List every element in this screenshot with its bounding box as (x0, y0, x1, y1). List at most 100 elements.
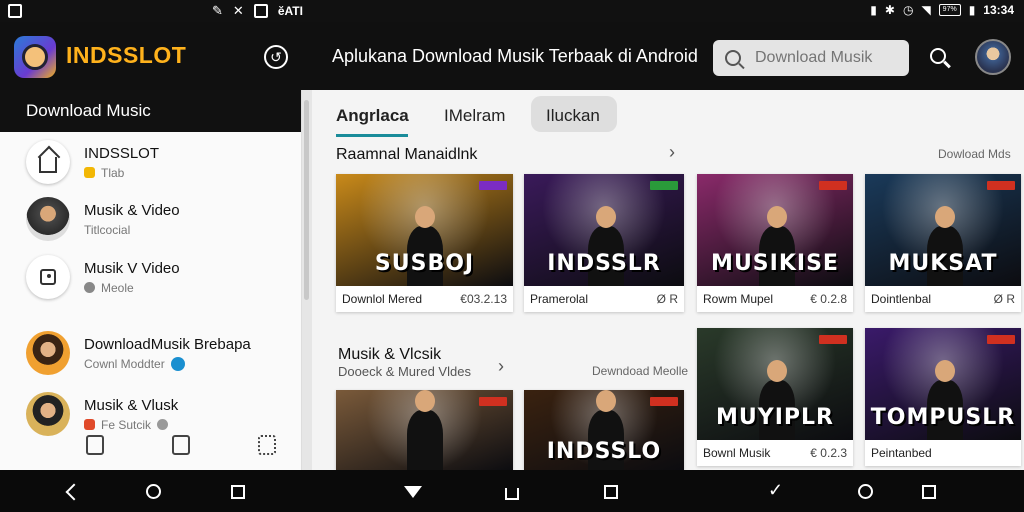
nfc-icon: ✎ (212, 3, 223, 18)
recents-icon[interactable] (604, 485, 618, 499)
search-button[interactable] (928, 46, 952, 70)
alarm-icon: ◷ (902, 3, 914, 17)
music-card[interactable]: MUYIPLR Bownl Musik € 0.2.3 (697, 328, 853, 466)
card-overlay-title: INDSSLR (547, 251, 661, 276)
back-icon[interactable] (65, 483, 83, 501)
down-icon[interactable] (404, 486, 422, 498)
card-title: Bownl Musik (703, 446, 771, 460)
card-duration: € 0.2.3 (810, 446, 847, 460)
chevron-right-icon[interactable]: › (498, 356, 504, 377)
avatar (26, 331, 70, 375)
vibrate-icon: ▮ (870, 3, 877, 17)
rotate-icon[interactable] (146, 484, 161, 499)
card-overlay-title: MUYIPLR (716, 405, 834, 430)
artist-head (935, 206, 956, 228)
home-icon[interactable] (505, 488, 519, 500)
recents-icon[interactable] (231, 485, 245, 499)
tab-indicator (336, 134, 408, 137)
card-overlay-title: INDSSLO (546, 439, 662, 464)
section-title: Musik & Vlcsik (338, 346, 442, 363)
settings-icon (157, 419, 169, 430)
gallery-icon (8, 4, 22, 18)
bookmark-icon[interactable] (86, 435, 104, 455)
music-card[interactable]: SUSBOJ Downlol Mered €03.2.13 (336, 174, 513, 312)
card-meta: Pramerolal Ø R (524, 286, 684, 312)
music-card[interactable]: TOMPUSLR Peintanbed (865, 328, 1021, 466)
battery-icon: 97% (938, 4, 961, 16)
info-icon (84, 282, 95, 293)
card-meta: Peintanbed (865, 440, 1021, 466)
check-icon[interactable]: ✓ (768, 481, 783, 499)
section-title: Raamnal Manaidlnk (336, 146, 478, 163)
card-thumbnail (336, 390, 513, 470)
scroll-thumb[interactable] (304, 100, 309, 300)
card-thumbnail: MUYIPLR (697, 328, 853, 440)
search-icon (725, 50, 741, 66)
sidebar-item-musik-v-video[interactable]: Musik V Video Meole (26, 255, 180, 299)
more-icon[interactable] (258, 435, 276, 455)
music-card[interactable]: MUSIKISE Rowm Mupel € 0.2.8 (697, 174, 853, 312)
screenshot-icon (253, 4, 268, 18)
sidebar-item-subtitle: Titlcocial (84, 222, 131, 237)
music-card[interactable]: MUKSAT Dointlenbal Ø R (865, 174, 1021, 312)
card-duration: €03.2.13 (460, 292, 507, 306)
card-thumbnail: SUSBOJ (336, 174, 513, 286)
card-title: Downlol Mered (342, 292, 423, 306)
sidebar-header: Download Music (0, 90, 301, 132)
status-left-text: ĕATI (277, 4, 303, 18)
sidebar-item-title: Musik & Vlusk (84, 396, 179, 414)
artist-head (414, 206, 435, 228)
music-card[interactable]: INDSSLR Pramerolal Ø R (524, 174, 684, 312)
card-thumbnail: INDSSLR (524, 174, 684, 286)
card-duration: Ø R (656, 292, 678, 306)
chevron-right-icon[interactable]: › (669, 142, 675, 163)
label-badge (650, 397, 678, 406)
card-duration: Ø R (993, 292, 1015, 306)
artist-head (767, 206, 788, 228)
artist-head (596, 390, 616, 412)
badge-icon (84, 419, 95, 430)
mute-icon: ✕ (232, 3, 244, 18)
search-box[interactable] (713, 40, 909, 76)
sidebar-item-musik-video[interactable]: Musik & Video Titlcocial (26, 197, 180, 241)
card-meta: Downlol Mered €03.2.13 (336, 286, 513, 312)
window-icon[interactable] (922, 485, 936, 499)
navigation-bar: ✓ (0, 470, 1024, 512)
card-title: Pramerolal (530, 292, 589, 306)
sidebar-bottom-bar (86, 435, 276, 455)
sidebar-item-title: Musik & Video (84, 201, 180, 219)
circle-icon[interactable] (858, 484, 873, 499)
label-badge (479, 397, 507, 406)
artist-figure (406, 410, 443, 470)
card-overlay-title: SUSBOJ (374, 251, 475, 276)
badge-icon (84, 167, 95, 178)
tab-imelram[interactable]: IMelram (444, 106, 505, 126)
app-bar: INDSSLOT ↺ Aplukana Download Musik Terba… (0, 22, 1024, 90)
verified-icon (170, 356, 185, 371)
history-icon[interactable]: ↺ (264, 45, 288, 69)
sidebar-item-musik-vlusk[interactable]: Musik & Vlusk Fe Sutcik (26, 392, 178, 436)
tab-angrlaca[interactable]: Angrlaca (336, 106, 409, 126)
card-duration: € 0.2.8 (810, 292, 847, 306)
music-card[interactable] (336, 390, 513, 470)
page-title: Aplukana Download Musik Terbaak di Andro… (332, 46, 698, 66)
search-input[interactable] (755, 49, 905, 67)
bluetooth-icon: ✱ (884, 3, 895, 17)
clock: 13:34 (983, 3, 1014, 17)
sidebar-item-download-musik[interactable]: DownloadMusik Brebapa Cownl Moddter (26, 331, 251, 375)
sidebar-item-title: DownloadMusik Brebapa (84, 335, 251, 353)
signal-icon: ▮ (968, 3, 976, 17)
see-all-link[interactable]: Dewndoad Meolle (592, 364, 688, 378)
tab-iluckan[interactable]: Iluckan (546, 106, 600, 126)
library-icon[interactable] (172, 435, 190, 455)
card-meta: Rowm Mupel € 0.2.8 (697, 286, 853, 312)
status-bar: ✎ ✕ ĕATI ▮ ✱ ◷ ◥ 97% ▮ 13:34 (0, 0, 1024, 22)
user-avatar[interactable] (975, 39, 1011, 75)
sidebar-item-title: Musik V Video (84, 259, 180, 277)
artist-head (767, 360, 788, 382)
sidebar-item-indsslot[interactable]: INDSSLOT Tlab (26, 140, 159, 184)
see-all-link[interactable]: Dowload Mds (938, 147, 1011, 161)
app-logo[interactable] (14, 36, 56, 78)
card-meta: Bownl Musik € 0.2.3 (697, 440, 853, 466)
music-card[interactable]: INDSSLO (524, 390, 684, 470)
